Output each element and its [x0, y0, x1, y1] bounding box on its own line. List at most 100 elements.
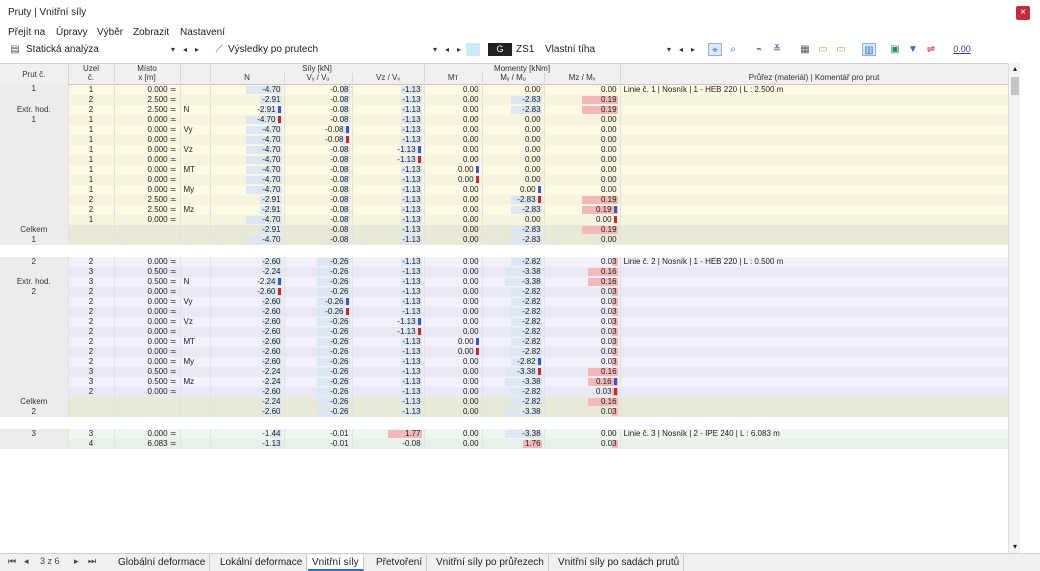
comment-cell[interactable]	[620, 316, 1009, 327]
decimals-icon[interactable]: 0.00	[950, 43, 974, 56]
n-cell[interactable]: -2.60	[210, 256, 285, 267]
n-cell[interactable]: -2.60	[210, 336, 285, 347]
node-cell[interactable]: 2	[68, 356, 115, 367]
first-page-icon[interactable]: ⏮	[8, 556, 16, 567]
location-cell[interactable]: 2.500 ≍	[114, 104, 181, 115]
vy-cell[interactable]: -0.26	[284, 336, 353, 347]
vy-cell[interactable]: -0.08	[284, 164, 353, 175]
vz-cell[interactable]: -1.13	[352, 366, 425, 377]
col-vz[interactable]: Vz / Vᵥ	[352, 73, 425, 82]
prev-icon[interactable]: ◂	[180, 42, 190, 57]
location-cell[interactable]: 0.000 ≍	[114, 306, 181, 317]
comment-cell[interactable]: Linie č. 2 | Nosník | 1 - HEB 220 | L : …	[620, 256, 1009, 267]
mt-cell[interactable]: 0.00	[424, 276, 483, 287]
node-cell[interactable]: 3	[68, 376, 115, 387]
location-cell[interactable]: 0.000 ≍	[114, 326, 181, 337]
node-cell[interactable]: 2	[68, 336, 115, 347]
vz-cell[interactable]: -1.13	[352, 326, 425, 337]
n-cell[interactable]: -2.24	[210, 266, 285, 277]
vy-cell[interactable]: -0.08	[284, 204, 353, 215]
vz-cell[interactable]: -0.08	[352, 438, 425, 449]
n-cell[interactable]: -4.70	[210, 144, 285, 155]
chevron-down-icon[interactable]: ▾	[664, 42, 674, 57]
mz-cell[interactable]: 0.00	[544, 114, 621, 125]
location-cell[interactable]: 0.000 ≍	[114, 346, 181, 357]
location-cell[interactable]: 0.000 ≍	[114, 386, 181, 397]
mt-cell[interactable]: 0.00	[424, 124, 483, 135]
mt-cell[interactable]: 0.00	[424, 234, 483, 245]
mz-cell[interactable]: 0.03	[544, 306, 621, 317]
comment-cell[interactable]	[620, 124, 1009, 135]
vz-cell[interactable]: -1.13	[352, 174, 425, 185]
mz-cell[interactable]: 0.16	[544, 366, 621, 377]
my-cell[interactable]: -2.82	[482, 286, 545, 297]
mz-cell[interactable]: 0.00	[544, 84, 621, 95]
select-icon[interactable]: ⌕	[726, 43, 740, 56]
vz-cell[interactable]: -1.13	[352, 104, 425, 115]
n-cell[interactable]: -1.13	[210, 438, 285, 449]
location-cell[interactable]: 0.000 ≍	[114, 154, 181, 165]
my-cell[interactable]: 0.00	[482, 174, 545, 185]
node-cell[interactable]: 3	[68, 276, 115, 287]
node-cell[interactable]: 2	[68, 256, 115, 267]
n-cell[interactable]: -4.70	[210, 164, 285, 175]
my-cell[interactable]: -3.38	[482, 366, 545, 377]
vy-cell[interactable]: -0.26	[284, 386, 353, 397]
print-icon[interactable]: ▭	[834, 43, 848, 56]
vy-cell[interactable]: -0.08	[284, 224, 353, 235]
vy-cell[interactable]: -0.08	[284, 104, 353, 115]
mt-cell[interactable]: 0.00	[424, 346, 483, 357]
mz-cell[interactable]: 0.00	[544, 234, 621, 245]
mz-cell[interactable]: 0.03	[544, 256, 621, 267]
my-cell[interactable]: -2.83	[482, 94, 545, 105]
vy-cell[interactable]: -0.26	[284, 266, 353, 277]
vz-cell[interactable]: -1.13	[352, 276, 425, 287]
table-row[interactable]: 3 0.500 ≍ -2.24 -0.26 -1.13 0.00 -3.38 0.16	[0, 266, 1009, 277]
mt-cell[interactable]: 0.00	[424, 204, 483, 215]
my-cell[interactable]: -2.83	[482, 194, 545, 205]
comment-cell[interactable]	[620, 306, 1009, 317]
vy-cell[interactable]: -0.08	[284, 84, 353, 95]
mz-cell[interactable]: 0.16	[544, 376, 621, 387]
table-row[interactable]: Extr. hod. 3 0.500 ≍ N -2.24 -0.26 -1.13 0.00 -3…	[0, 276, 1009, 287]
vz-cell[interactable]: -1.13	[352, 134, 425, 145]
table-row[interactable]: 2 2 0.000 ≍ -2.60 -0.26 -1.13 0.00 -2.82 0.03 Lin…	[0, 256, 1009, 267]
comment-cell[interactable]	[620, 286, 1009, 297]
vz-cell[interactable]: -1.13	[352, 356, 425, 367]
comment-cell[interactable]: Linie č. 3 | Nosník | 2 - IPE 240 | L : …	[620, 428, 1009, 439]
mt-cell[interactable]: 0.00	[424, 104, 483, 115]
my-cell[interactable]: 0.00	[482, 114, 545, 125]
comment-cell[interactable]	[620, 346, 1009, 357]
tab-3[interactable]: Vnitřní síly	[308, 555, 364, 571]
mz-cell[interactable]: 0.00	[544, 184, 621, 195]
next-icon[interactable]: ▸	[454, 42, 464, 57]
node-cell[interactable]: 3	[68, 428, 115, 439]
my-cell[interactable]: 0.00	[482, 134, 545, 145]
my-cell[interactable]: 0.00	[482, 214, 545, 225]
tab-4[interactable]: Přetvoření	[372, 555, 428, 571]
table-row[interactable]: 2 0.000 ≍ -2.60 -0.26 -1.13 0.00 -2.82 0.03	[0, 346, 1009, 357]
comment-cell[interactable]	[620, 376, 1009, 387]
mz-cell[interactable]: 0.00	[544, 174, 621, 185]
mz-cell[interactable]: 0.19	[544, 224, 621, 235]
vz-cell[interactable]: -1.13	[352, 194, 425, 205]
my-cell[interactable]: -2.82	[482, 326, 545, 337]
vz-cell[interactable]: -1.13	[352, 234, 425, 245]
tab-5[interactable]: Vnitřní síly po průřezech	[432, 555, 549, 571]
comment-cell[interactable]	[620, 204, 1009, 215]
scroll-thumb[interactable]	[1011, 77, 1019, 95]
mt-cell[interactable]: 0.00	[424, 406, 483, 417]
location-cell[interactable]: 0.000 ≍	[114, 84, 181, 95]
results-select[interactable]: Výsledky po prutech	[228, 42, 418, 57]
node-cell[interactable]: 2	[68, 286, 115, 297]
n-cell[interactable]: -2.60	[210, 406, 285, 417]
total-row[interactable]: 1 -4.70 -0.08 -1.13 0.00 -2.83 0.00	[0, 234, 1009, 245]
node-cell[interactable]: 2	[68, 326, 115, 337]
location-cell[interactable]: 0.000 ≍	[114, 144, 181, 155]
comment-cell[interactable]	[620, 144, 1009, 155]
node-cell[interactable]: 1	[68, 84, 115, 95]
n-cell[interactable]: -2.91	[210, 204, 285, 215]
comment-cell[interactable]	[620, 114, 1009, 125]
vz-cell[interactable]: -1.13	[352, 316, 425, 327]
analysis-select[interactable]: Statická analýza	[26, 42, 168, 57]
